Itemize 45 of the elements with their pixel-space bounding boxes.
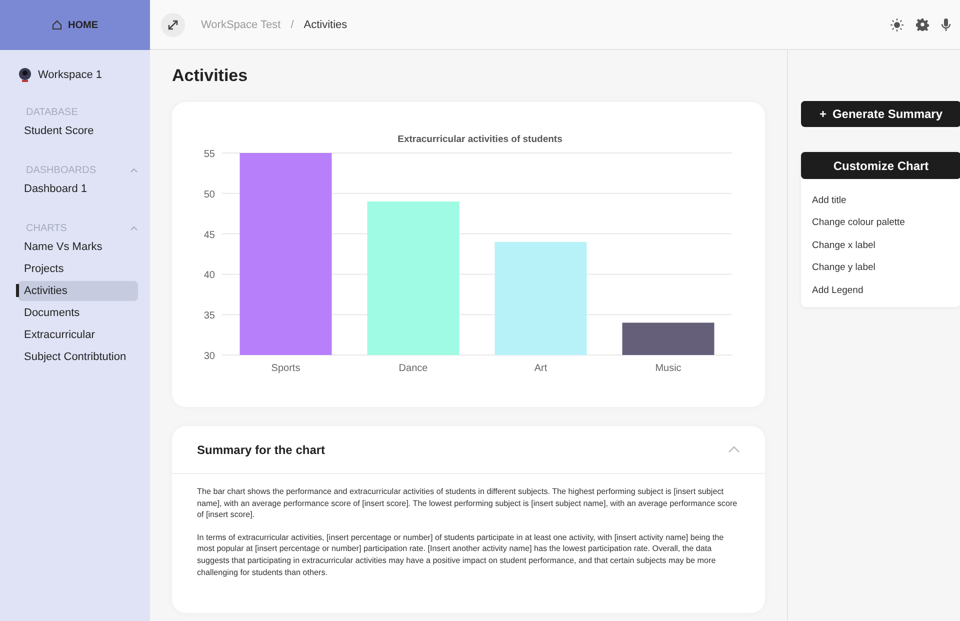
y-tick-label: 30 [204, 351, 215, 362]
x-tick-label: Dance [398, 363, 428, 374]
customize-chart-header: Customize Chart [801, 152, 960, 179]
sidebar-item[interactable]: Dashboard 1 [18, 179, 138, 199]
sun-icon[interactable] [890, 18, 904, 32]
menu-item[interactable]: Add title [801, 189, 960, 212]
generate-summary-button[interactable]: + Generate Summary [801, 101, 960, 127]
home-button[interactable]: HOME [0, 0, 150, 50]
breadcrumb-separator: / [290, 18, 294, 30]
expand-button[interactable] [161, 12, 185, 36]
summary-paragraph: In terms of extracurricular activities, [insert percentage or number] of students participate in at least one activity, with [insert activity name] being the most popular at [insert percentage or number] participation rate. [Insert another activity name] has the lowest participation rate. Overall, the data suggests that participating in extracurricular activities may have a positive impact on student performance, and that certain subjects may be more challenging for students than others. [197, 532, 725, 578]
plus-icon: + [819, 107, 826, 121]
sidebar-item[interactable]: Student Score [18, 121, 138, 141]
workspace-avatar-icon [18, 67, 32, 83]
summary-title: Summary for the chart [197, 442, 326, 456]
diagonal-arrow-icon [167, 18, 179, 30]
section-heading: DASHBOARDS [26, 164, 96, 176]
workspace-name: Workspace 1 [38, 69, 102, 81]
sidebar-item[interactable]: Subject Contribtution [18, 347, 138, 367]
breadcrumb-item: Activities [304, 18, 348, 30]
sidebar-item[interactable]: Projects [18, 259, 138, 279]
menu-item[interactable]: Change y label [801, 256, 960, 279]
x-tick-label: Art [534, 363, 548, 374]
sidebar-item[interactable]: Name Vs Marks [18, 237, 138, 257]
home-icon [52, 20, 62, 30]
menu-item[interactable]: Change x label [801, 234, 960, 256]
sidebar-item[interactable]: Documents [18, 303, 138, 323]
menu-item[interactable]: Change colour palette [801, 212, 960, 234]
section-heading: CHARTS [26, 222, 67, 234]
summary-paragraph: The bar chart shows the performance and extracurricular activities of students in different subjects. The highest performing subject is [insert subject name], with an average performance score of [insert score]. The lowest performing subject is [insert subject name], with an average performance score of [insert score]. [197, 486, 738, 521]
y-tick-label: 50 [204, 189, 215, 200]
page-title: Activities [172, 66, 249, 87]
sidebar-item[interactable]: Extracurricular [18, 325, 138, 345]
settings-icon[interactable] [916, 18, 929, 31]
microphone-icon[interactable] [941, 18, 951, 32]
menu-item[interactable]: Add Legend [801, 279, 960, 302]
x-tick-label: Music [655, 363, 682, 374]
section-heading: DATABASE [26, 106, 78, 118]
chart-title: Extracurricular activities of students [398, 134, 562, 145]
sidebar-item[interactable]: Activities [18, 281, 138, 301]
y-tick-label: 45 [204, 230, 215, 241]
y-tick-label: 40 [204, 270, 215, 282]
y-tick-label: 55 [204, 149, 215, 160]
y-tick-label: 35 [204, 310, 215, 322]
x-tick-label: Sports [271, 363, 300, 374]
